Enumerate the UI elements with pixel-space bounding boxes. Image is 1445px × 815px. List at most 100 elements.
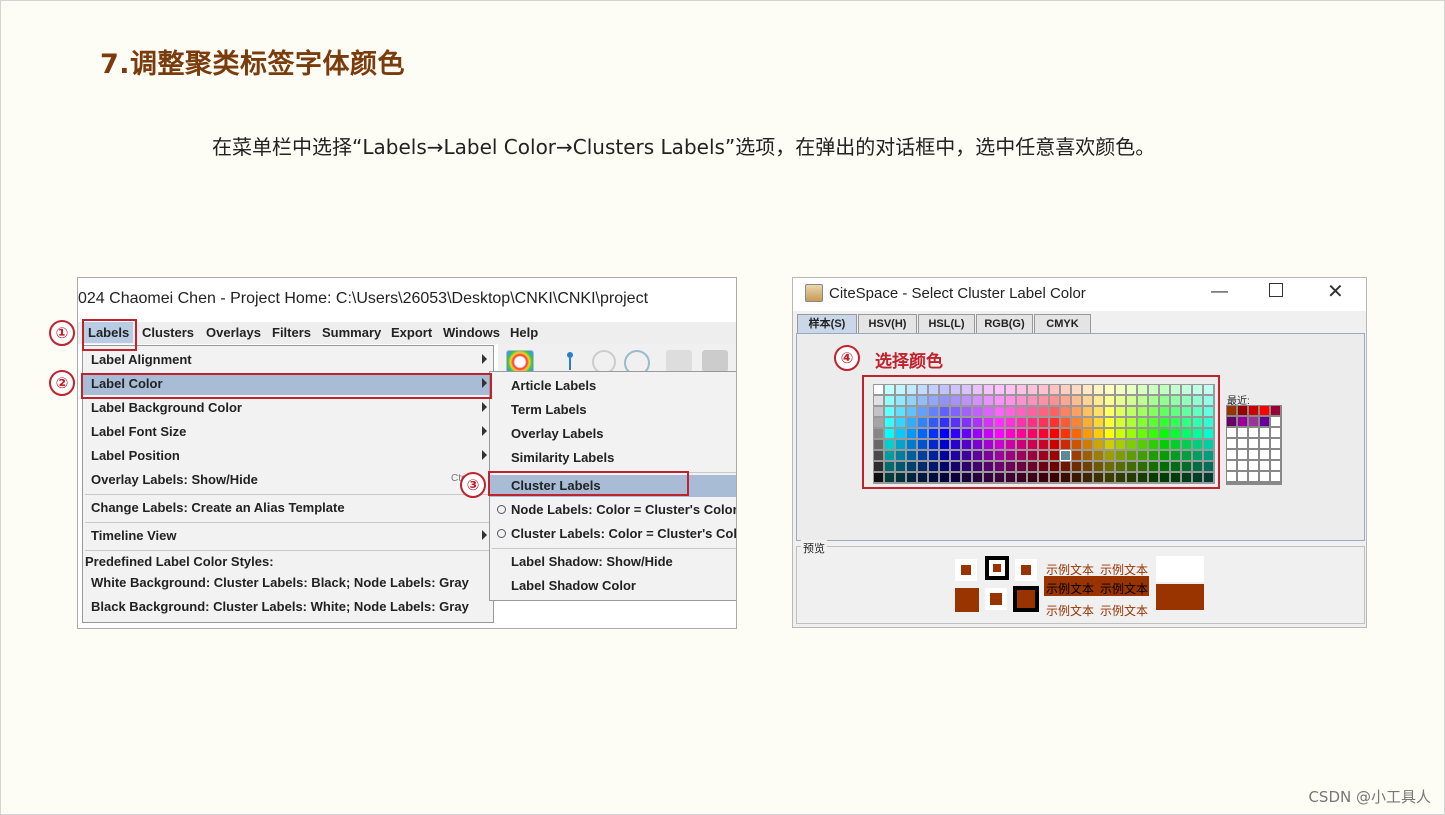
- submenu-item-similarity-labels[interactable]: Similarity Labels: [490, 447, 736, 469]
- recent-color-swatch[interactable]: [1227, 417, 1236, 426]
- step-marker-3: ③: [460, 472, 486, 498]
- blurred-icon[interactable]: [702, 350, 728, 372]
- tab-hsl[interactable]: HSL(L): [918, 314, 975, 333]
- recent-color-swatch[interactable]: [1249, 428, 1258, 437]
- preview-sample-text: 示例文本: [1046, 604, 1095, 618]
- preview-square: [1015, 559, 1037, 581]
- recent-color-swatch[interactable]: [1260, 472, 1269, 481]
- recent-color-swatch[interactable]: [1249, 417, 1258, 426]
- menu-filters[interactable]: Filters: [272, 325, 311, 340]
- submenu-arrow-icon: [482, 450, 487, 460]
- submenu-arrow-icon: [482, 354, 487, 364]
- recent-color-swatch[interactable]: [1238, 428, 1247, 437]
- recent-color-swatch[interactable]: [1260, 450, 1269, 459]
- recent-color-swatch[interactable]: [1227, 461, 1236, 470]
- choose-color-label: 选择颜色: [875, 352, 943, 372]
- recent-color-swatch[interactable]: [1271, 406, 1280, 415]
- recent-color-swatch[interactable]: [1249, 461, 1258, 470]
- tab-hsv[interactable]: HSV(H): [858, 314, 917, 333]
- radio-icon: [497, 505, 506, 514]
- slide-description: 在菜单栏中选择“Labels→Label Color→Clusters Labe…: [212, 135, 1156, 159]
- recent-swatches[interactable]: [1226, 405, 1282, 485]
- recent-color-swatch[interactable]: [1238, 472, 1247, 481]
- menu-header-predefined: Predefined Label Color Styles:: [85, 554, 274, 569]
- recent-color-swatch[interactable]: [1271, 472, 1280, 481]
- tab-swatches[interactable]: 样本(S): [797, 314, 857, 333]
- recent-color-swatch[interactable]: [1271, 461, 1280, 470]
- recent-color-swatch[interactable]: [1227, 406, 1236, 415]
- menu-item-label-background-color[interactable]: Label Background Color: [83, 397, 493, 419]
- recent-color-swatch[interactable]: [1260, 417, 1269, 426]
- recent-color-swatch[interactable]: [1271, 439, 1280, 448]
- menu-item-timeline-view[interactable]: Timeline View: [83, 525, 493, 547]
- submenu-arrow-icon: [482, 402, 487, 412]
- menu-overlays[interactable]: Overlays: [206, 325, 261, 340]
- recent-color-swatch[interactable]: [1260, 461, 1269, 470]
- menu-item-label-font-size[interactable]: Label Font Size: [83, 421, 493, 443]
- preview-square: [985, 556, 1009, 580]
- radio-icon: [497, 529, 506, 538]
- recent-color-swatch[interactable]: [1238, 417, 1247, 426]
- menu-item-overlay-labels[interactable]: Overlay Labels: Show/Hide Ctr: [83, 469, 493, 491]
- preview-sample-text: 示例文本: [1046, 563, 1095, 577]
- blurred-icon[interactable]: [666, 350, 692, 372]
- recent-color-swatch[interactable]: [1260, 428, 1269, 437]
- recent-color-swatch[interactable]: [1271, 450, 1280, 459]
- recent-color-swatch[interactable]: [1271, 428, 1280, 437]
- close-icon[interactable]: ✕: [1327, 279, 1344, 304]
- submenu-item-shadow-toggle[interactable]: Label Shadow: Show/Hide: [490, 551, 736, 573]
- preview-square: [955, 588, 979, 612]
- menu-item-label-position[interactable]: Label Position: [83, 445, 493, 467]
- recent-color-swatch[interactable]: [1227, 428, 1236, 437]
- recent-color-swatch[interactable]: [1238, 450, 1247, 459]
- submenu-item-cluster-cluster-color[interactable]: Cluster Labels: Color = Cluster's Color: [490, 523, 736, 545]
- recent-color-swatch[interactable]: [1238, 406, 1247, 415]
- recent-color-swatch[interactable]: [1249, 439, 1258, 448]
- recent-color-swatch[interactable]: [1227, 439, 1236, 448]
- menu-item-black-background[interactable]: Black Background: Cluster Labels: White;…: [83, 596, 493, 618]
- recent-color-swatch[interactable]: [1271, 417, 1280, 426]
- menu-item-change-labels[interactable]: Change Labels: Create an Alias Template: [83, 497, 493, 519]
- menu-summary[interactable]: Summary: [322, 325, 381, 340]
- menu-separator: [85, 522, 490, 523]
- tab-cmyk[interactable]: CMYK: [1034, 314, 1091, 333]
- recent-color-swatch[interactable]: [1227, 450, 1236, 459]
- minimize-icon[interactable]: —: [1211, 281, 1228, 301]
- submenu-item-article-labels[interactable]: Article Labels: [490, 375, 736, 397]
- dialog-title: CiteSpace - Select Cluster Label Color: [829, 285, 1086, 302]
- menu-windows[interactable]: Windows: [443, 325, 500, 340]
- submenu-arrow-icon: [482, 426, 487, 436]
- recent-color-swatch[interactable]: [1249, 406, 1258, 415]
- recent-color-swatch[interactable]: [1260, 439, 1269, 448]
- preview-sample-text: 示例文本: [1100, 604, 1149, 618]
- submenu-item-shadow-color[interactable]: Label Shadow Color: [490, 575, 736, 597]
- maximize-icon[interactable]: [1269, 283, 1283, 297]
- preview-square: [985, 588, 1007, 610]
- menu-item-white-background[interactable]: White Background: Cluster Labels: Black;…: [83, 572, 493, 594]
- pin-icon[interactable]: [556, 350, 582, 372]
- recent-color-swatch[interactable]: [1249, 450, 1258, 459]
- submenu-arrow-icon: [482, 530, 487, 540]
- recent-color-swatch[interactable]: [1238, 439, 1247, 448]
- menu-item-label-alignment[interactable]: Label Alignment: [83, 349, 493, 371]
- submenu-item-term-labels[interactable]: Term Labels: [490, 399, 736, 421]
- recent-color-swatch[interactable]: [1260, 406, 1269, 415]
- menu-separator: [85, 494, 490, 495]
- recent-color-swatch[interactable]: [1249, 472, 1258, 481]
- highlight-swatch-grid: [862, 375, 1220, 489]
- submenu-item-overlay-labels[interactable]: Overlay Labels: [490, 423, 736, 445]
- highlight-label-color: [81, 373, 492, 399]
- menu-help[interactable]: Help: [510, 325, 538, 340]
- recent-color-swatch[interactable]: [1227, 472, 1236, 481]
- menu-export[interactable]: Export: [391, 325, 432, 340]
- step-marker-4: ④: [834, 345, 860, 371]
- recent-color-swatch[interactable]: [1238, 461, 1247, 470]
- step-marker-2: ②: [49, 370, 75, 396]
- menubar: Labels Clusters Overlays Filters Summary…: [78, 322, 736, 344]
- menu-clusters[interactable]: Clusters: [142, 325, 194, 340]
- preview-swatch-color: [1156, 584, 1204, 610]
- dialog-titlebar: CiteSpace - Select Cluster Label Color —…: [793, 278, 1366, 311]
- menu-separator: [492, 548, 736, 549]
- tab-rgb[interactable]: RGB(G): [976, 314, 1033, 333]
- submenu-item-node-cluster-color[interactable]: Node Labels: Color = Cluster's Color: [490, 499, 736, 521]
